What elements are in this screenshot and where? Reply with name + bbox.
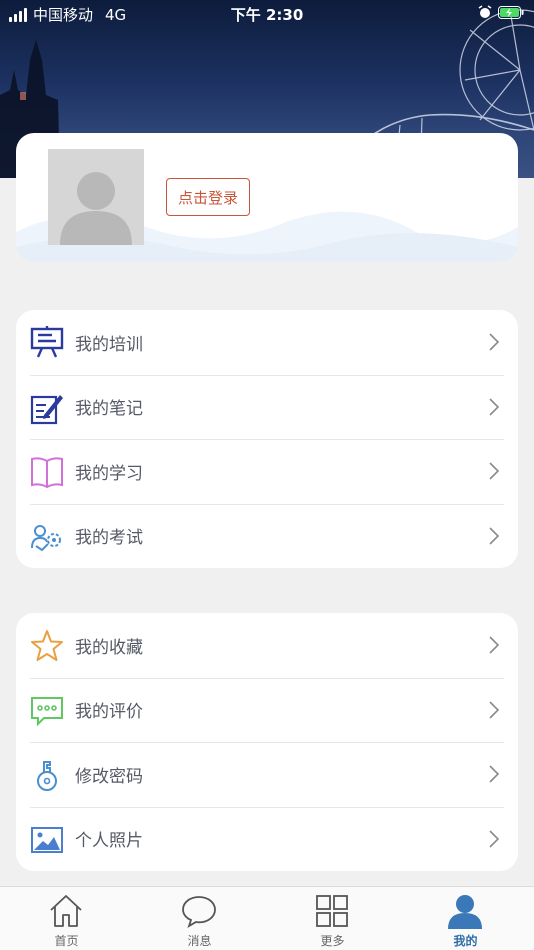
menu-item-notes[interactable]: 我的笔记: [16, 374, 518, 440]
bottom-tab-bar: 首页 消息 更多 我的: [0, 886, 534, 950]
chevron-right-icon: [489, 462, 500, 480]
chevron-right-icon: [489, 700, 500, 719]
status-bar: 中国移动 4G 下午 2:30: [0, 0, 534, 28]
menu-item-reviews[interactable]: 我的评价: [16, 677, 518, 743]
photo-icon: [31, 826, 63, 853]
status-right: [478, 5, 524, 19]
menu-label-training: 我的培训: [75, 334, 143, 355]
menu-label-notes: 我的笔记: [75, 399, 143, 420]
menu-label-exam: 我的考试: [75, 528, 143, 549]
menu-label-change-password: 修改密码: [75, 766, 143, 787]
battery-icon: [498, 5, 524, 19]
chevron-right-icon: [489, 526, 500, 545]
menu-item-exam[interactable]: 我的考试: [16, 503, 518, 569]
grid-icon: [316, 895, 348, 927]
menu-item-training[interactable]: 我的培训: [16, 310, 518, 375]
home-icon: [50, 895, 82, 927]
key-icon: [37, 761, 57, 791]
menu-label-photo: 个人照片: [75, 831, 143, 852]
open-book-icon: [31, 457, 63, 489]
alarm-icon: [478, 5, 492, 18]
exam-people-gear-icon: [31, 524, 61, 551]
star-icon: [31, 630, 63, 661]
menu-item-favorites[interactable]: 我的收藏: [16, 613, 518, 678]
chevron-right-icon: [489, 636, 500, 654]
status-time: 下午 2:30: [230, 6, 304, 24]
avatar[interactable]: [48, 149, 144, 245]
tab-label-messages: 消息: [187, 934, 212, 948]
chevron-right-icon: [489, 829, 500, 848]
menu-label-reviews: 我的评价: [75, 702, 143, 723]
tab-label-more: 更多: [320, 934, 345, 948]
menu-group-account: 我的收藏 我的评价 修改密码 个人照片: [16, 613, 518, 871]
menu-item-study[interactable]: 我的学习: [16, 439, 518, 504]
menu-group-learning: 我的培训 我的笔记 我的学习 我的考试: [16, 310, 518, 568]
person-icon: [448, 895, 482, 929]
training-board-icon: [30, 326, 64, 358]
chevron-right-icon: [489, 765, 500, 783]
menu-item-change-password[interactable]: 修改密码: [16, 742, 518, 807]
default-avatar-icon: [48, 149, 144, 245]
tab-home[interactable]: 首页: [0, 887, 133, 950]
tab-mine[interactable]: 我的: [399, 887, 532, 950]
comment-icon: [31, 696, 63, 726]
chevron-right-icon: [489, 333, 500, 351]
message-bubble-icon: [182, 896, 216, 928]
tab-more[interactable]: 更多: [266, 887, 399, 950]
note-pen-icon: [30, 394, 63, 424]
menu-label-study: 我的学习: [75, 463, 143, 484]
login-button[interactable]: 点击登录: [166, 178, 250, 216]
tab-messages[interactable]: 消息: [133, 887, 266, 950]
chevron-right-icon: [489, 397, 500, 416]
profile-card: 点击登录: [16, 133, 518, 262]
tab-label-home: 首页: [54, 934, 79, 948]
tab-label-mine: 我的: [453, 934, 478, 948]
menu-item-photo[interactable]: 个人照片: [16, 806, 518, 872]
menu-label-favorites: 我的收藏: [75, 637, 143, 658]
